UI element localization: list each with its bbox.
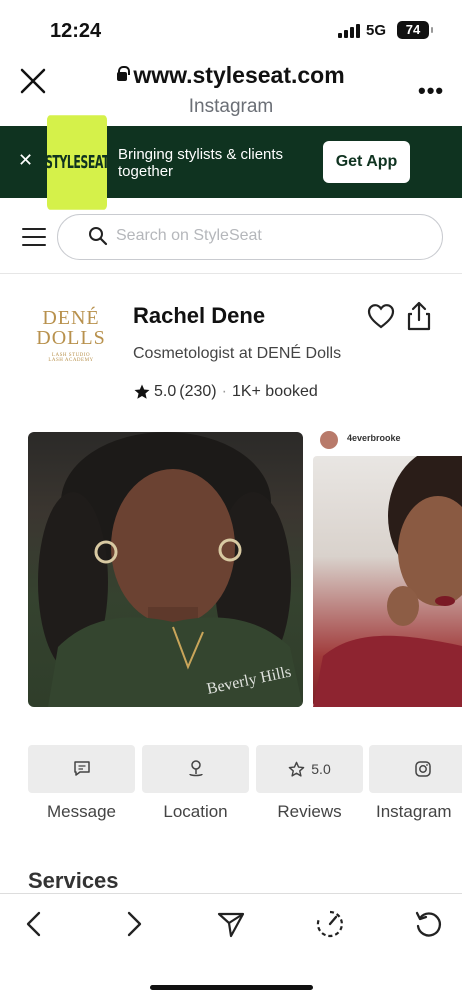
location-icon bbox=[188, 760, 203, 777]
status-time: 12:24 bbox=[50, 20, 102, 42]
reload-icon[interactable] bbox=[413, 909, 443, 939]
instagram-avatar bbox=[320, 431, 338, 449]
browser-toolbar bbox=[0, 893, 462, 1000]
network-type: 5G bbox=[366, 22, 387, 39]
heart-icon[interactable] bbox=[367, 303, 395, 329]
url-bar[interactable]: www.styleseat.com bbox=[0, 62, 462, 89]
reviews-button[interactable]: 5.0 bbox=[256, 745, 363, 793]
reviews-count: (230) bbox=[179, 383, 217, 400]
search-icon bbox=[89, 227, 108, 246]
battery-icon: 74 bbox=[397, 21, 433, 39]
booked-count: 1K+ booked bbox=[231, 383, 318, 400]
speed-dial-icon[interactable] bbox=[315, 909, 345, 939]
instagram-button[interactable] bbox=[369, 745, 462, 793]
salon-logo-line4: LASH ACADEMY bbox=[48, 358, 94, 363]
banner-close-icon[interactable]: ✕ bbox=[18, 150, 33, 171]
portfolio-photo-image: Beverly Hills bbox=[38, 432, 303, 707]
divider bbox=[0, 273, 462, 274]
rating-value: 5.0 bbox=[154, 383, 177, 400]
status-bar: 12:24 5G 74 bbox=[0, 0, 462, 60]
portfolio-photo[interactable]: 4everbrooke bbox=[313, 428, 462, 707]
salon-logo-line1: DENÉ bbox=[42, 307, 100, 329]
menu-icon[interactable] bbox=[22, 228, 46, 246]
salon-logo-line2: DOLLS bbox=[36, 327, 106, 349]
cellular-signal-icon bbox=[338, 24, 360, 38]
url-text: www.styleseat.com bbox=[133, 62, 345, 88]
back-icon[interactable] bbox=[20, 909, 50, 939]
search-input[interactable]: Search on StyleSeat bbox=[57, 214, 443, 260]
message-label: Message bbox=[47, 802, 116, 821]
reviews-label: Reviews bbox=[277, 802, 342, 821]
instagram-label: Instagram bbox=[376, 802, 452, 821]
get-app-button[interactable]: Get App bbox=[323, 141, 410, 183]
forward-icon[interactable] bbox=[118, 909, 148, 939]
rating-row[interactable]: 5.0 (230) · 1K+ booked bbox=[133, 383, 318, 401]
search-placeholder: Search on StyleSeat bbox=[116, 227, 262, 244]
star-icon bbox=[288, 761, 305, 777]
app-banner: ✕ STYLESEAT Bringing stylists & clients … bbox=[0, 115, 462, 210]
instagram-handle: 4everbrooke bbox=[347, 433, 401, 443]
separator-dot: · bbox=[221, 383, 227, 400]
share-icon[interactable] bbox=[406, 301, 432, 331]
styleseat-logo: STYLESEAT bbox=[45, 115, 110, 210]
send-icon[interactable] bbox=[216, 909, 246, 939]
lock-icon bbox=[117, 66, 131, 81]
reviews-badge: 5.0 bbox=[311, 761, 331, 777]
message-icon bbox=[73, 761, 90, 776]
salon-logo: DENÉ DOLLS LASH STUDIO LASH ACADEMY bbox=[28, 308, 114, 384]
more-icon[interactable]: ••• bbox=[418, 78, 444, 104]
home-indicator bbox=[150, 985, 313, 990]
location-label: Location bbox=[163, 802, 228, 821]
instagram-icon bbox=[414, 761, 431, 777]
portfolio-photo[interactable]: Beverly Hills bbox=[28, 432, 303, 707]
message-button[interactable] bbox=[28, 745, 135, 793]
portfolio-photo-image bbox=[313, 446, 462, 707]
banner-message: Bringing stylists & clients together bbox=[118, 146, 284, 180]
star-filled-icon bbox=[134, 384, 150, 399]
location-button[interactable] bbox=[142, 745, 249, 793]
stylist-name: Rachel Dene bbox=[133, 303, 266, 328]
services-heading: Services bbox=[28, 868, 119, 893]
stylist-title: Cosmetologist at DENÉ Dolls bbox=[133, 345, 342, 362]
